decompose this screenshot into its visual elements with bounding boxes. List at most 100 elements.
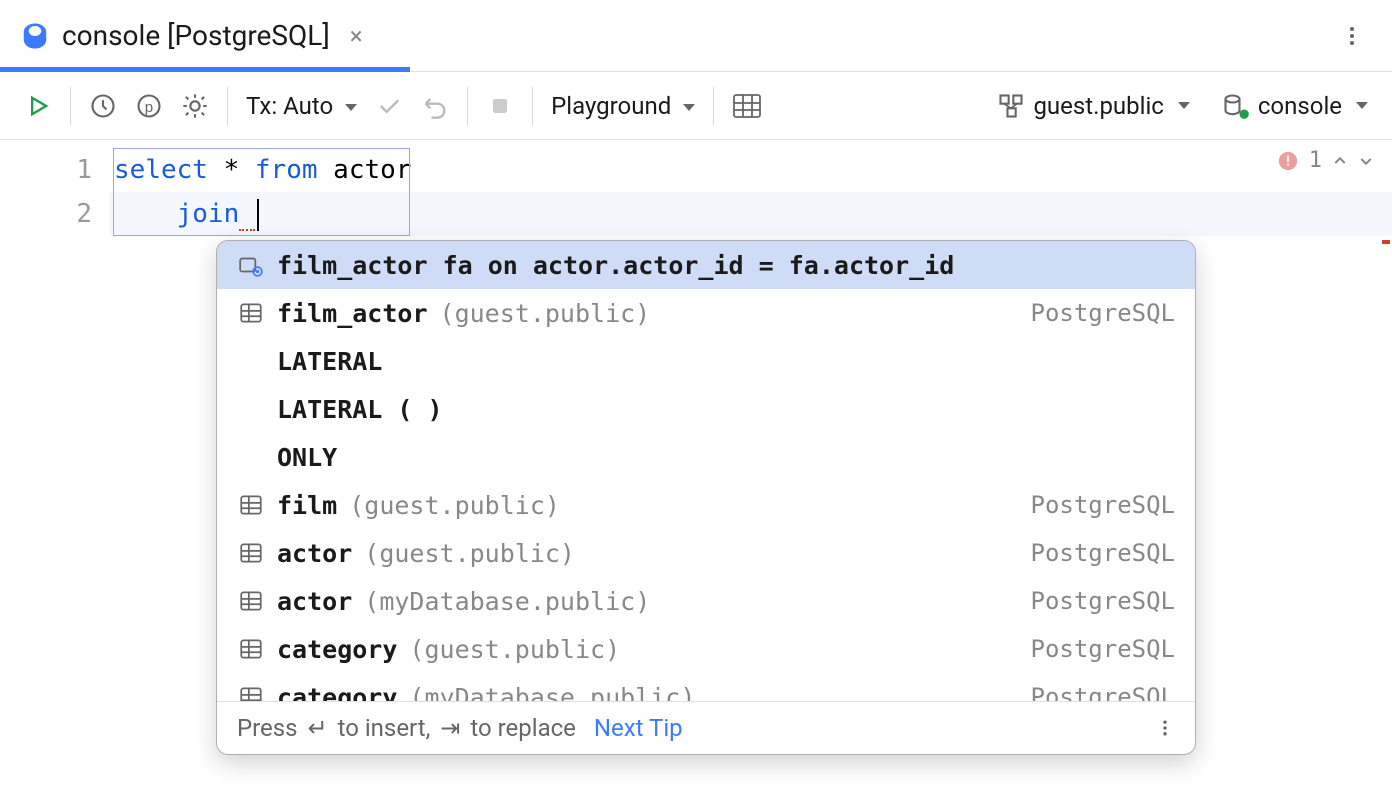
table-icon [237, 539, 265, 567]
tab-console[interactable]: console [PostgreSQL] × [0, 0, 383, 71]
join-icon [237, 251, 265, 279]
tab-key-icon: ⇥ [436, 714, 464, 742]
play-icon [24, 92, 52, 120]
close-icon[interactable]: × [350, 22, 363, 50]
explain-plan-button[interactable]: p [135, 92, 163, 120]
table-icon [237, 587, 265, 615]
datasource-icon [1222, 92, 1250, 120]
error-icon: ! [1277, 150, 1299, 172]
sql-keyword: select [114, 155, 208, 185]
table-icon [237, 683, 265, 701]
item-source: PostgreSQL [1031, 491, 1176, 519]
item-source: PostgreSQL [1031, 539, 1176, 567]
chevron-down-icon [1356, 102, 1368, 109]
autocomplete-item[interactable]: film_actor fa on actor.actor_id = fa.act… [217, 241, 1195, 289]
autocomplete-item[interactable]: category (guest.public) PostgreSQL [217, 625, 1195, 673]
datasource-picker[interactable]: console [1222, 92, 1368, 120]
schema-picker[interactable]: guest.public [997, 92, 1189, 120]
schema-icon [997, 92, 1025, 120]
autocomplete-list: film_actor fa on actor.actor_id = fa.act… [217, 241, 1195, 701]
autocomplete-item[interactable]: LATERAL [217, 337, 1195, 385]
autocomplete-footer: Press ↵ to insert, ⇥ to replace Next Tip [217, 701, 1195, 754]
enter-key-icon: ↵ [304, 714, 332, 742]
line-number: 2 [0, 192, 92, 236]
playground-dropdown[interactable]: Playground [551, 92, 695, 120]
chevron-down-icon [1178, 102, 1190, 109]
autocomplete-item[interactable]: actor (myDatabase.public) PostgreSQL [217, 577, 1195, 625]
item-label: film [277, 491, 337, 520]
tx-mode-label: Tx: Auto [246, 92, 333, 120]
code-line: select * from actor [110, 148, 1392, 192]
item-hint: (myDatabase.public) [409, 683, 695, 702]
settings-button[interactable] [181, 92, 209, 120]
item-source: PostgreSQL [1031, 635, 1176, 663]
datasource-label: console [1258, 92, 1342, 120]
item-source: PostgreSQL [1031, 683, 1176, 701]
autocomplete-item[interactable]: LATERAL ( ) [217, 385, 1195, 433]
kebab-icon [1340, 24, 1364, 48]
autocomplete-item[interactable]: film (guest.public) PostgreSQL [217, 481, 1195, 529]
history-icon [89, 92, 117, 120]
rollback-button[interactable] [421, 92, 449, 120]
item-label: LATERAL ( ) [277, 395, 443, 424]
commit-button[interactable] [375, 92, 403, 120]
stop-button[interactable] [486, 92, 514, 120]
next-highlight-icon[interactable] [1358, 153, 1374, 169]
gear-icon [181, 92, 209, 120]
error-stripe[interactable] [1382, 240, 1390, 244]
blank-icon [237, 347, 265, 375]
item-hint: (myDatabase.public) [364, 587, 650, 616]
item-label: ONLY [277, 443, 337, 472]
table-icon [237, 299, 265, 327]
grid-icon [732, 93, 762, 119]
chevron-down-icon [345, 104, 357, 111]
item-hint: (guest.public) [364, 539, 575, 568]
check-icon [375, 92, 403, 120]
tab-bar-menu[interactable] [1340, 24, 1392, 48]
item-label: film_actor [277, 299, 428, 328]
item-label: film_actor fa on actor.actor_id = fa.act… [277, 251, 954, 280]
item-source: PostgreSQL [1031, 299, 1176, 327]
item-label: actor [277, 587, 352, 616]
inspection-widget[interactable]: ! 1 [1277, 148, 1374, 173]
tab-active-indicator [0, 67, 410, 72]
p-circle-icon: p [135, 92, 163, 120]
sql-keyword: from [255, 155, 318, 185]
table-icon [237, 491, 265, 519]
item-hint: (guest.public) [409, 635, 620, 664]
text-cursor [257, 199, 259, 231]
blank-icon [237, 395, 265, 423]
undo-icon [421, 92, 449, 120]
autocomplete-popup: film_actor fa on actor.actor_id = fa.act… [216, 240, 1196, 755]
item-label: actor [277, 539, 352, 568]
item-hint: (guest.public) [349, 491, 560, 520]
result-layout-button[interactable] [732, 93, 762, 119]
table-icon [237, 635, 265, 663]
code-line: join [110, 192, 1392, 236]
autocomplete-menu[interactable] [1155, 718, 1175, 738]
svg-text:p: p [145, 98, 153, 115]
item-label: category [277, 635, 397, 664]
item-source: PostgreSQL [1031, 587, 1176, 615]
toolbar: p Tx: Auto [0, 72, 1392, 140]
prev-highlight-icon[interactable] [1332, 153, 1348, 169]
blank-icon [237, 443, 265, 471]
stop-icon [486, 92, 514, 120]
history-button[interactable] [89, 92, 117, 120]
line-gutter: 1 2 [0, 140, 110, 786]
footer-hint: Press ↵ to insert, ⇥ to replace [237, 714, 576, 742]
next-tip-link[interactable]: Next Tip [594, 714, 683, 742]
autocomplete-item[interactable]: film_actor (guest.public) PostgreSQL [217, 289, 1195, 337]
item-label: LATERAL [277, 347, 382, 376]
autocomplete-item[interactable]: actor (guest.public) PostgreSQL [217, 529, 1195, 577]
error-count: 1 [1309, 148, 1322, 173]
line-number: 1 [0, 148, 92, 192]
autocomplete-item[interactable]: category (myDatabase.public)PostgreSQL [217, 673, 1195, 701]
tx-mode-dropdown[interactable]: Tx: Auto [246, 92, 357, 120]
item-hint: (guest.public) [440, 299, 651, 328]
postgres-icon [20, 21, 50, 51]
kebab-icon [1155, 718, 1175, 738]
run-button[interactable] [24, 92, 52, 120]
autocomplete-item[interactable]: ONLY [217, 433, 1195, 481]
svg-text:!: ! [1284, 154, 1292, 169]
